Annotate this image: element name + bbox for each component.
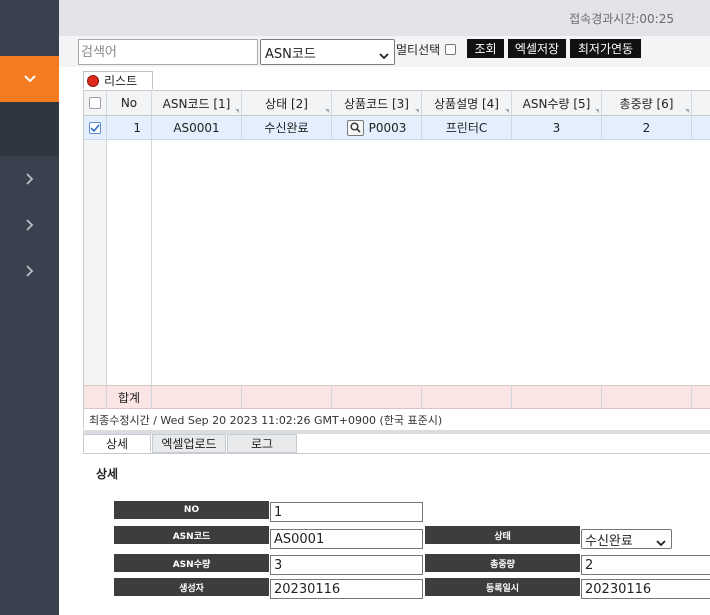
chevron-right-icon — [25, 265, 34, 277]
label-status: 상태 — [425, 526, 580, 546]
status-dot-icon — [88, 75, 98, 86]
col-header-label: 상품코드 [3] — [344, 96, 409, 111]
empty-column — [107, 140, 152, 385]
col-header-total-weight[interactable]: 총중량 [6] — [602, 91, 692, 116]
search-field-value: ASN코드 — [265, 46, 316, 62]
cell-no[interactable]: 1 — [107, 116, 152, 140]
sidebar-active-menu[interactable] — [0, 56, 59, 102]
label-total-weight: 총중량 — [425, 554, 580, 574]
tab-list-label: 리스트 — [104, 74, 138, 88]
multi-select-checkbox[interactable] — [445, 44, 457, 55]
status-select[interactable]: 수신완료 — [581, 529, 672, 549]
col-header-status[interactable]: 상태 [2] — [242, 91, 332, 116]
sum-cell — [692, 385, 710, 409]
label-asn-qty: ASN수량 — [114, 554, 269, 574]
tab-excel-upload[interactable]: 엑셀업로드 — [152, 434, 226, 453]
magnifier-icon[interactable] — [346, 119, 364, 136]
tab-underline — [83, 453, 710, 454]
status-select-value: 수신완료 — [585, 533, 633, 549]
top-bar: 접속경과시간:00:25 — [59, 0, 710, 36]
row-checkbox[interactable] — [89, 121, 101, 134]
col-header-label: ASN코드 [1] — [162, 96, 231, 111]
sort-indicator-icon — [595, 109, 599, 113]
data-grid: No ASN코드 [1] 상태 [2] 상품코드 [3] 상품설명 [4] AS… — [83, 90, 710, 429]
cell-product-desc[interactable]: 프린터C — [422, 116, 512, 140]
lowest-price-sync-button[interactable]: 최저가연동 — [570, 39, 641, 58]
empty-area — [152, 140, 242, 385]
label-no: NO — [114, 501, 269, 521]
chevron-right-icon — [25, 173, 34, 185]
col-header-label: 총중량 [6] — [619, 96, 674, 111]
col-header-label: ASN수량 [5] — [522, 96, 591, 111]
reg-date-field[interactable]: 20230116 — [581, 579, 710, 599]
asn-code-field[interactable]: AS0001 — [270, 529, 423, 549]
col-header-asn-qty[interactable]: ASN수량 [5] — [512, 91, 602, 116]
multi-select-toggle[interactable]: 멀티선택 — [396, 41, 457, 58]
sum-cell — [422, 385, 512, 409]
row-select-cell[interactable] — [84, 116, 107, 140]
sum-label: 합계 — [107, 385, 152, 409]
sidebar — [0, 0, 59, 615]
select-all-cell[interactable] — [84, 91, 107, 116]
multi-select-label: 멀티선택 — [396, 43, 441, 57]
last-modified-text: 최종수정시간 / Wed Sep 20 2023 11:02:26 GMT+09… — [89, 414, 443, 427]
chevron-down-icon — [0, 67, 59, 91]
cell-total-weight[interactable]: 2 — [602, 116, 692, 140]
main-panel: ASN코드 멀티선택 조회 엑셀저장 최저가연동 리스트 No ASN코드 [1… — [59, 36, 710, 615]
bottom-tabs: 상세 엑셀업로드 로그 — [83, 434, 710, 454]
sum-cell — [512, 385, 602, 409]
sort-indicator-icon — [505, 109, 509, 113]
chevron-down-icon — [379, 49, 389, 64]
col-header-product-code[interactable]: 상품코드 [3] — [332, 91, 422, 116]
creator-field[interactable]: 20230116 — [270, 579, 423, 599]
tab-log[interactable]: 로그 — [227, 434, 297, 453]
detail-title: 상세 — [96, 467, 119, 481]
search-button[interactable]: 조회 — [467, 39, 504, 58]
sort-indicator-icon — [325, 109, 329, 113]
label-asn-code: ASN코드 — [114, 526, 269, 546]
sort-indicator-icon — [685, 109, 689, 113]
cell-product-code[interactable]: P0003 — [332, 116, 422, 140]
col-header-label: 상품설명 [4] — [434, 96, 499, 111]
col-header-label: 상태 [2] — [265, 96, 308, 111]
sort-indicator-icon — [235, 109, 239, 113]
cell-asn-qty[interactable]: 3 — [512, 116, 602, 140]
chevron-right-icon — [25, 219, 34, 231]
sidebar-item-2[interactable] — [0, 213, 59, 237]
select-all-checkbox[interactable] — [89, 97, 101, 109]
sidebar-item-1[interactable] — [0, 167, 59, 191]
col-header-label: No — [120, 96, 138, 110]
product-code-value: P0003 — [368, 120, 407, 135]
tab-list[interactable]: 리스트 — [83, 71, 153, 89]
no-field[interactable]: 1 — [270, 502, 423, 522]
sum-cell — [332, 385, 422, 409]
col-header-asn-code[interactable]: ASN코드 [1] — [152, 91, 242, 116]
cell-status[interactable]: 수신완료 — [242, 116, 332, 140]
row-header-column — [84, 140, 107, 385]
toolbar: ASN코드 멀티선택 조회 엑셀저장 최저가연동 — [59, 36, 710, 67]
connection-timer: 접속경과시간:00:25 — [569, 12, 674, 26]
sum-row-start — [84, 385, 107, 409]
cell-asn-code[interactable]: AS0001 — [152, 116, 242, 140]
sidebar-item-3[interactable] — [0, 259, 59, 283]
col-header-product-desc[interactable]: 상품설명 [4] — [422, 91, 512, 116]
asn-qty-field[interactable]: 3 — [270, 555, 423, 575]
sidebar-submenu — [0, 102, 59, 156]
sort-indicator-icon — [415, 109, 419, 113]
label-creator: 생성자 — [114, 578, 269, 598]
tab-detail[interactable]: 상세 — [83, 434, 151, 453]
total-weight-field[interactable]: 2 — [581, 555, 710, 575]
search-input[interactable] — [78, 39, 258, 65]
sum-cell — [602, 385, 692, 409]
sum-cell — [152, 385, 242, 409]
label-reg-date: 등록일시 — [425, 578, 580, 598]
sum-cell — [242, 385, 332, 409]
col-header-no[interactable]: No — [107, 91, 152, 116]
col-header-extra — [692, 91, 710, 116]
cell-extra — [692, 116, 710, 140]
excel-save-button[interactable]: 엑셀저장 — [508, 39, 566, 58]
chevron-down-icon — [656, 536, 666, 551]
search-field-select[interactable]: ASN코드 — [260, 39, 395, 65]
